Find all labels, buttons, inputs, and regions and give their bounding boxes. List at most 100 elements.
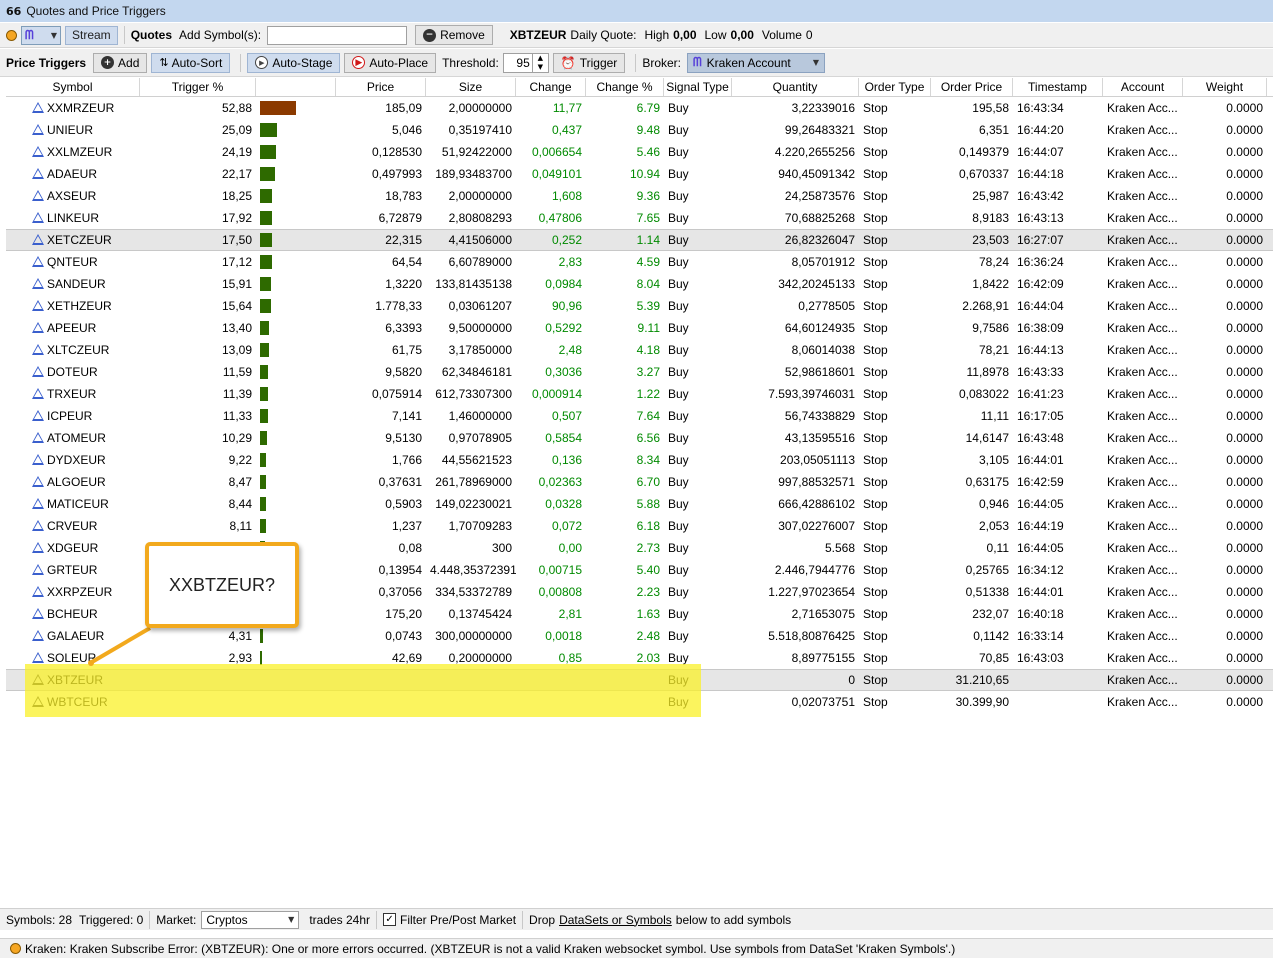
table-row[interactable]: DYDXEUR 9,22 1,766 44,55621523 0,136 8.34 Buy 2… xyxy=(6,449,1273,471)
quantity-cell: 5.518,80876425 xyxy=(768,629,855,643)
column-header[interactable]: Price xyxy=(336,78,426,96)
price-cell: 6,72879 xyxy=(378,211,422,225)
change-cell: 0,47806 xyxy=(538,211,582,225)
column-header[interactable]: Weight xyxy=(1183,78,1267,96)
symbol-label: XXLMZEUR xyxy=(47,145,113,159)
size-cell: 133,81435138 xyxy=(435,277,512,291)
order-type-cell: Stop xyxy=(863,673,888,687)
price-cell: 64,54 xyxy=(391,255,422,269)
table-row[interactable]: APEEUR 13,40 6,3393 9,50000000 0,5292 9.11 Buy… xyxy=(6,317,1273,339)
symbol-label: ADAEUR xyxy=(47,167,98,181)
change-cell: 0,072 xyxy=(551,519,582,533)
symbol-cell: LINKEUR xyxy=(6,211,140,225)
remove-button[interactable]: − Remove xyxy=(415,25,493,45)
threshold-stepper[interactable]: 95 ▲ ▼ xyxy=(502,52,549,73)
daily-quote-label: Daily Quote: xyxy=(570,28,637,42)
triangle-alert-icon xyxy=(32,322,44,333)
table-row[interactable]: AXSEUR 18,25 18,783 2,00000000 1,608 9.36 Buy 2… xyxy=(6,185,1273,207)
change-cell: 0,00 xyxy=(558,541,582,555)
column-header[interactable]: Change xyxy=(516,78,586,96)
drop-hint-suffix: below to add symbols xyxy=(675,912,792,927)
order-type-cell: Stop xyxy=(863,519,888,533)
order-price-cell: 23,503 xyxy=(972,233,1009,247)
play-icon: ▶ xyxy=(255,56,269,69)
table-row[interactable]: ATOMEUR 10,29 9,5130 0,97078905 0,5854 6.56 Bu… xyxy=(6,427,1273,449)
table-row[interactable]: CRVEUR 8,11 1,237 1,70709283 0,072 6.18 Buy 307… xyxy=(6,515,1273,537)
column-header[interactable]: Order Type xyxy=(859,78,931,96)
market-dropdown[interactable]: Cryptos ▼ xyxy=(201,910,300,929)
table-row[interactable]: QNTEUR 17,12 64,54 6,60789000 2,83 4.59 Buy 8,0… xyxy=(6,251,1273,273)
table-row[interactable]: SANDEUR 15,91 1,3220 133,81435138 0,0984 8.04… xyxy=(6,273,1273,295)
stream-button[interactable]: Stream xyxy=(65,25,118,45)
triangle-alert-icon xyxy=(32,190,44,201)
auto-place-toggle[interactable]: ▶ Auto-Place xyxy=(344,52,437,73)
datasets-link[interactable]: DataSets or Symbols xyxy=(559,913,672,927)
account-cell: Kraken Acc... xyxy=(1107,387,1178,401)
datafeed-dropdown[interactable]: ᗰ ▼ xyxy=(21,25,61,45)
table-row[interactable]: ALGOEUR 8,47 0,37631 261,78969000 0,02363 6.7… xyxy=(6,471,1273,493)
stepper-arrows-icon[interactable]: ▲ ▼ xyxy=(531,53,548,72)
table-row[interactable]: XETCZEUR 17,50 22,315 4,41506000 0,252 1.14 Bu… xyxy=(6,229,1273,251)
table-row[interactable]: GALAEUR 4,31 0,0743 300,00000000 0,0018 2.48 B… xyxy=(6,625,1273,647)
signal-type-cell: Buy xyxy=(668,409,689,423)
change-cell: 0,252 xyxy=(551,233,582,247)
column-header[interactable]: Signal Type xyxy=(664,78,732,96)
trigger-button[interactable]: ⏰ Trigger xyxy=(552,52,626,73)
symbol-label: XXRPZEUR xyxy=(47,585,113,599)
column-header[interactable]: Symbol xyxy=(6,78,140,96)
quantity-cell: 2,71653075 xyxy=(791,607,855,621)
column-header[interactable]: Quantity xyxy=(732,78,859,96)
quantity-cell: 940,45091342 xyxy=(778,167,855,181)
column-header[interactable]: Change % xyxy=(586,78,664,96)
column-header[interactable]: Size xyxy=(426,78,516,96)
grid-header: Symbol Trigger % Price Size Change Change % Si… xyxy=(6,78,1273,97)
signal-type-cell: Buy xyxy=(668,607,689,621)
trigger-level-bar xyxy=(260,101,296,115)
auto-stage-toggle[interactable]: ▶ Auto-Stage xyxy=(247,52,341,73)
column-header[interactable] xyxy=(256,78,336,96)
price-cell: 0,08 xyxy=(398,541,422,555)
symbol-cell: XETCZEUR xyxy=(6,233,140,247)
symbol-cell: CRVEUR xyxy=(6,519,140,533)
size-cell: 1,70709283 xyxy=(448,519,512,533)
add-trigger-label: Add xyxy=(118,55,140,70)
broker-dropdown[interactable]: ᗰ Kraken Account ▼ xyxy=(687,52,825,73)
column-header[interactable]: Order Price xyxy=(931,78,1013,96)
change-cell: 0,3036 xyxy=(545,365,582,379)
order-type-cell: Stop xyxy=(863,233,888,247)
timestamp-cell: 16:43:03 xyxy=(1017,651,1064,665)
order-price-cell: 195,58 xyxy=(972,101,1009,115)
auto-sort-toggle[interactable]: ⇅ Auto-Sort xyxy=(151,52,231,73)
column-header[interactable]: Trigger % xyxy=(140,78,256,96)
table-row[interactable]: MATICEUR 8,44 0,5903 149,02230021 0,0328 5.88… xyxy=(6,493,1273,515)
table-row[interactable]: ADAEUR 22,17 0,497993 189,93483700 0,049101 1… xyxy=(6,163,1273,185)
table-row[interactable]: LINKEUR 17,92 6,72879 2,80808293 0,47806 7.65… xyxy=(6,207,1273,229)
low-value: 0,00 xyxy=(730,28,754,42)
account-cell: Kraken Acc... xyxy=(1107,453,1178,467)
symbol-label: XETHZEUR xyxy=(47,299,112,313)
table-row[interactable]: XETHZEUR 15,64 1.778,33 0,03061207 90,96 5.39… xyxy=(6,295,1273,317)
timestamp-cell: 16:44:18 xyxy=(1017,167,1064,181)
table-row[interactable]: TRXEUR 11,39 0,075914 612,73307300 0,000914 1… xyxy=(6,383,1273,405)
change-pct-cell: 2.73 xyxy=(636,541,660,555)
table-row[interactable]: ICPEUR 11,33 7,141 1,46000000 0,507 7.64 Buy 56… xyxy=(6,405,1273,427)
column-header[interactable]: Timestamp xyxy=(1013,78,1103,96)
add-symbols-input[interactable] xyxy=(267,25,408,45)
order-type-cell: Stop xyxy=(863,167,888,181)
threshold-value[interactable]: 95 xyxy=(504,56,532,70)
timestamp-cell: 16:44:01 xyxy=(1017,453,1064,467)
account-cell: Kraken Acc... xyxy=(1107,277,1178,291)
table-row[interactable]: XXLMZEUR 24,19 0,128530 51,92422000 0,006654… xyxy=(6,141,1273,163)
quantity-cell: 3,22339016 xyxy=(791,101,855,115)
table-row[interactable]: XLTCZEUR 13,09 61,75 3,17850000 2,48 4.18 Buy 8… xyxy=(6,339,1273,361)
table-row[interactable]: DOTEUR 11,59 9,5820 62,34846181 0,3036 3.27 Bu… xyxy=(6,361,1273,383)
price-cell: 5,046 xyxy=(391,123,422,137)
trigger-level-bar xyxy=(260,629,263,643)
size-cell: 51,92422000 xyxy=(441,145,512,159)
change-cell: 0,507 xyxy=(551,409,582,423)
add-trigger-button[interactable]: + Add xyxy=(93,52,148,73)
table-row[interactable]: UNIEUR 25,09 5,046 0,35197410 0,437 9.48 Buy 99… xyxy=(6,119,1273,141)
filter-pre-post-checkbox[interactable]: ✓ xyxy=(383,913,397,926)
table-row[interactable]: XXMRZEUR 52,88 185,09 2,00000000 11,77 6.79 Bu… xyxy=(6,97,1273,119)
column-header[interactable]: Account xyxy=(1103,78,1183,96)
